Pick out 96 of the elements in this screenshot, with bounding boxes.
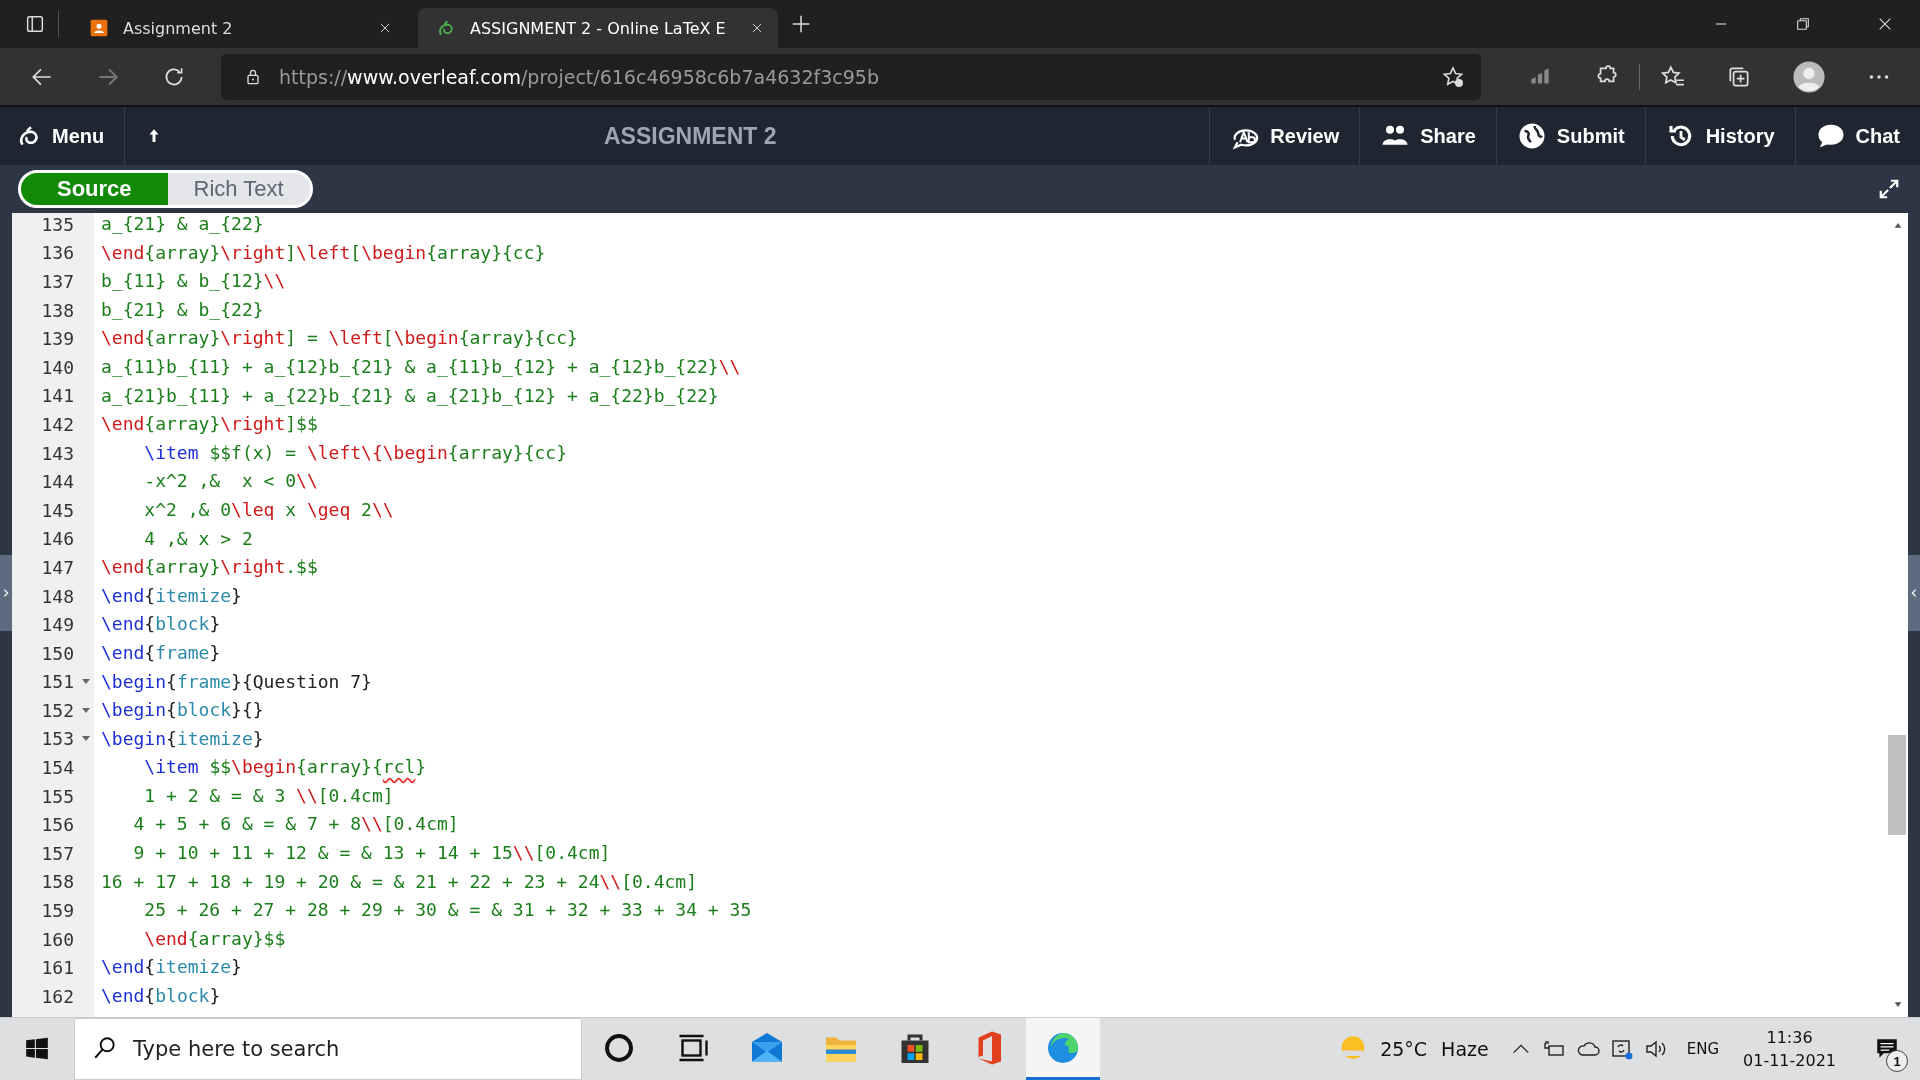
line-number: 162: [41, 985, 74, 1007]
line-number: 142: [41, 413, 74, 435]
line-number: 154: [41, 757, 74, 779]
windows-start-icon[interactable]: [24, 1036, 50, 1062]
code-line: b_{11} & b_{12}\\: [101, 269, 286, 294]
weather-widget[interactable]: 25°C Haze: [1336, 1018, 1505, 1080]
scroll-thumb[interactable]: [1888, 735, 1906, 835]
line-number: 157: [41, 842, 74, 864]
code-line: 16 + 17 + 18 + 19 + 20 & = & 21 + 22 + 23 + 24\\[0.4cm]: [101, 869, 698, 894]
line-number: 151: [41, 671, 74, 693]
close-icon[interactable]: [1877, 16, 1893, 32]
new-tab-icon[interactable]: [790, 13, 812, 35]
line-number: 158: [41, 871, 74, 893]
code-line: a_{11}b_{11} + a_{12}b_{21} & a_{11}b_{12} + a_{12}b_{22}\\: [101, 354, 741, 379]
code-line: b_{21} & b_{22}: [101, 297, 264, 322]
browser-tab[interactable]: ASSIGNMENT 2 - Online LaTeX E: [418, 8, 778, 48]
expand-icon[interactable]: [1878, 178, 1900, 200]
browser-tab[interactable]: Assignment 2: [71, 8, 406, 48]
line-number: 143: [41, 442, 74, 464]
clock-time[interactable]: 11:36: [1766, 1028, 1813, 1047]
panel-handle[interactable]: [1908, 555, 1920, 631]
line-number: 141: [41, 385, 74, 407]
code-line: \item $$f(x) = \left\{\begin{array}{cc}: [143, 440, 568, 465]
line-number: 156: [41, 814, 74, 836]
fold-arrow-icon[interactable]: [82, 679, 90, 685]
line-number: 145: [41, 499, 74, 521]
search-icon: [92, 1035, 118, 1061]
fold-arrow-icon[interactable]: [82, 707, 90, 713]
code-line: 25 + 26 + 27 + 28 + 29 + 30 & = & 31 + 32 + 33 + 34 + 35: [143, 898, 752, 923]
close-icon[interactable]: [750, 21, 764, 35]
panel-handle[interactable]: [0, 555, 12, 631]
code-line: \end{array}\right] = \left[\begin{array}{cc}: [101, 326, 578, 351]
weather-condition-text: Haze: [1441, 1038, 1489, 1060]
line-number: 152: [41, 699, 74, 721]
profile-avatar-icon[interactable]: [1792, 59, 1826, 94]
scroll-up-icon[interactable]: [1893, 221, 1903, 229]
code-line: \end{block}: [101, 984, 221, 1009]
sync-icon[interactable]: [1609, 1037, 1634, 1061]
url-text: https://www.overleaf.com/project/616c46958c6b7a4632f3c95b: [279, 65, 879, 88]
favorite-add-icon[interactable]: [1441, 64, 1465, 89]
scroll-down-icon[interactable]: [1893, 1001, 1903, 1009]
code-line: 4 ,& x > 2: [143, 526, 253, 551]
code-line: \end{itemize}: [101, 955, 242, 980]
code-line: \begin{frame}{Question 7}: [101, 669, 372, 694]
line-number: 153: [41, 728, 74, 750]
language-indicator[interactable]: ENG: [1686, 1040, 1719, 1058]
search-field[interactable]: Type here to search: [74, 1018, 582, 1080]
mode-tab[interactable]: Source: [21, 173, 168, 205]
code-line: a_{21}b_{11} + a_{22}b_{21} & a_{21}b_{12} + a_{22}b_{22}: [101, 383, 719, 408]
project-title[interactable]: ASSIGNMENT 2: [604, 122, 777, 150]
line-number: 147: [41, 556, 74, 578]
line-number: 146: [41, 528, 74, 550]
tab-title: Assignment 2: [123, 18, 234, 38]
code-line: \begin{itemize}: [101, 726, 264, 751]
code-line: -x^2 ,& x < 0\\: [143, 469, 318, 494]
clock-date[interactable]: 01-11-2021: [1743, 1051, 1836, 1070]
code-line: \end{block}: [101, 612, 221, 637]
line-number: 140: [41, 356, 74, 378]
line-number: 160: [41, 928, 74, 950]
line-number: 161: [41, 957, 74, 979]
code-line: x^2 ,& 0\leq x \geq 2\\: [143, 497, 394, 522]
line-number: 155: [41, 785, 74, 807]
line-number: 136: [41, 242, 74, 264]
line-number: 144: [41, 471, 74, 493]
code-line: a_{21} & a_{22}: [101, 213, 264, 236]
temperature-text: 25°C: [1380, 1038, 1428, 1060]
line-number: 149: [41, 614, 74, 636]
code-line: 9 + 10 + 11 + 12 & = & 13 + 14 + 15\\[0.4cm]: [132, 841, 611, 866]
line-number: 139: [41, 328, 74, 350]
address-field[interactable]: https://www.overleaf.com/project/616c46958c6b7a4632f3c95b: [221, 53, 1481, 100]
code-line: 1 + 2 & = & 3 \\[0.4cm]: [143, 783, 394, 808]
chevron-right-icon: [1, 587, 11, 599]
code-line: \end{array}\right.$$: [101, 555, 318, 580]
person-icon: [89, 18, 109, 38]
line-number: 148: [41, 585, 74, 607]
tab-actions-icon[interactable]: [24, 13, 46, 35]
code-line: \end{frame}: [101, 640, 221, 665]
code-line: 4 + 5 + 6 & = & 7 + 8\\[0.4cm]: [132, 812, 459, 837]
restore-icon[interactable]: [1795, 16, 1811, 32]
line-number: 135: [41, 213, 74, 235]
code-line: \begin{block}{}: [101, 698, 264, 723]
code-line: \end{array}$$: [143, 926, 286, 951]
line-number: 159: [41, 900, 74, 922]
fold-arrow-icon[interactable]: [82, 736, 90, 742]
line-number: 150: [41, 642, 74, 664]
tab-title: ASSIGNMENT 2 - Online LaTeX E: [470, 18, 727, 38]
code-line: \end{array}\right]\left[\begin{array}{cc}: [101, 240, 546, 265]
code-line: \end{itemize}: [101, 583, 242, 608]
line-number: 137: [41, 271, 74, 292]
line-number: 138: [41, 299, 74, 321]
notification-count: 1: [1886, 1050, 1908, 1072]
chevron-left-icon: [1909, 587, 1919, 599]
close-icon[interactable]: [378, 21, 392, 35]
code-line: \item $$\begin{array}{rcl}: [143, 755, 427, 780]
leaf-icon: [436, 18, 456, 38]
code-line: \end{array}\right]$$: [101, 412, 318, 437]
